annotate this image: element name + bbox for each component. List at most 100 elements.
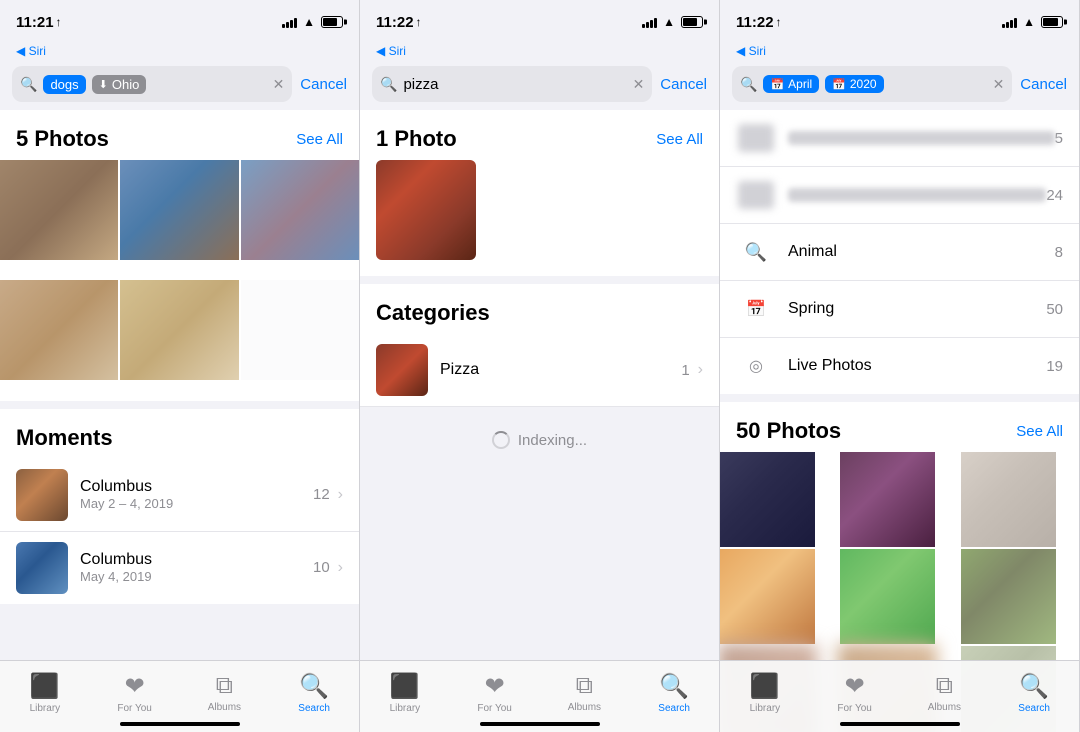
list-item-spring[interactable]: 📅 Spring 50 <box>720 281 1079 338</box>
foryou-icon-3: ❤ <box>845 672 865 701</box>
cancel-btn-2[interactable]: Cancel <box>660 76 707 93</box>
tab-library-2[interactable]: ⬛ Library <box>360 672 450 714</box>
photo-3-3[interactable] <box>720 549 815 644</box>
photos-section-2: 1 Photo See All <box>360 110 719 276</box>
list-item-blurred-1[interactable]: 24 <box>720 167 1079 224</box>
tab-albums-3[interactable]: ⧉ Albums <box>900 672 990 713</box>
categories-section: Categories Pizza 1 › <box>360 284 719 407</box>
search-clear-icon-2[interactable]: ✕ <box>633 76 645 93</box>
tag-april[interactable]: 📅 April <box>763 75 819 93</box>
search-input-wrap-1[interactable]: 🔍 dogs ⬇ Ohio ✕ <box>12 66 292 102</box>
moment-chevron-0: › <box>338 486 343 504</box>
see-all-btn-1[interactable]: See All <box>296 131 343 148</box>
panel-2: 11:22 ↑ ▲ ◀ Siri 🔍 pizza ✕ Cancel <box>360 0 720 732</box>
photo-3-2[interactable] <box>961 452 1056 547</box>
tab-label-library-3: Library <box>750 703 781 714</box>
tab-label-foryou-1: For You <box>117 703 151 714</box>
tab-search-3[interactable]: 🔍 Search <box>989 672 1079 714</box>
moment-thumb-0 <box>16 469 68 521</box>
photo-cell-2[interactable] <box>120 160 238 278</box>
cancel-btn-1[interactable]: Cancel <box>300 76 347 93</box>
home-indicator-1 <box>120 722 240 726</box>
location-arrow-icon: ↑ <box>56 15 62 29</box>
tab-albums-2[interactable]: ⧉ Albums <box>540 672 630 713</box>
search-bar-3: 🔍 📅 April 📅 2020 ✕ Cancel <box>720 62 1079 110</box>
photo-grid-1 <box>0 160 359 401</box>
list-item-blurred-0[interactable]: 5 <box>720 110 1079 167</box>
tab-search-2[interactable]: 🔍 Search <box>629 672 719 714</box>
cal-chip-icon-april: 📅 <box>770 78 784 91</box>
search-clear-icon-3[interactable]: ✕ <box>993 76 1005 93</box>
tab-foryou-1[interactable]: ❤ For You <box>90 672 180 714</box>
moment-right-0: 12 › <box>313 486 343 504</box>
photo-cell-4[interactable] <box>0 280 118 398</box>
tab-label-search-2: Search <box>658 703 690 714</box>
photo-cell-3[interactable] <box>241 160 359 278</box>
photo-cell-5[interactable] <box>120 280 238 398</box>
photo-cell-6[interactable] <box>241 280 359 398</box>
search-glass-icon-1: 🔍 <box>20 76 37 93</box>
search-input-wrap-3[interactable]: 🔍 📅 April 📅 2020 ✕ <box>732 66 1012 102</box>
categories-title: Categories <box>360 284 719 334</box>
tag-ohio[interactable]: ⬇ Ohio <box>92 75 147 94</box>
list-thumb-0 <box>736 122 776 154</box>
wifi-icon-3: ▲ <box>1023 15 1035 29</box>
moment-row-1[interactable]: Columbus May 4, 2019 10 › <box>0 532 359 604</box>
status-time-2: 11:22 ↑ <box>376 14 422 31</box>
library-icon-2: ⬛ <box>390 672 420 701</box>
photos-title-2: 1 Photo <box>376 126 457 152</box>
moment-info-1: Columbus May 4, 2019 <box>80 551 301 584</box>
list-item-livephotos[interactable]: ◎ Live Photos 19 <box>720 338 1079 394</box>
panel-2-content: 1 Photo See All Categories Pizza 1 › <box>360 110 719 732</box>
list-count-animal: 8 <box>1055 244 1063 261</box>
tab-library-1[interactable]: ⬛ Library <box>0 672 90 714</box>
search-bar-1: 🔍 dogs ⬇ Ohio ✕ Cancel <box>0 62 359 110</box>
photo-3-0[interactable] <box>720 452 815 547</box>
photos-header-3: 50 Photos See All <box>720 402 1079 452</box>
search-input-wrap-2[interactable]: 🔍 pizza ✕ <box>372 66 652 102</box>
photo-3-4[interactable] <box>840 549 935 644</box>
cancel-btn-3[interactable]: Cancel <box>1020 76 1067 93</box>
tab-library-3[interactable]: ⬛ Library <box>720 672 810 714</box>
photo-cell-1[interactable] <box>0 160 118 278</box>
location-arrow-icon-3: ↑ <box>776 15 782 29</box>
pizza-photo <box>376 160 476 260</box>
tab-label-albums-2: Albums <box>568 702 601 713</box>
see-all-btn-2[interactable]: See All <box>656 131 703 148</box>
photo-3-5[interactable] <box>961 549 1056 644</box>
category-count-0: 1 <box>681 362 689 379</box>
tab-search-1[interactable]: 🔍 Search <box>269 672 359 714</box>
photo-3-1[interactable] <box>840 452 935 547</box>
status-time-3: 11:22 ↑ <box>736 14 782 31</box>
albums-icon-1: ⧉ <box>216 672 233 700</box>
wifi-icon-2: ▲ <box>663 15 675 29</box>
list-item-animal[interactable]: 🔍 Animal 8 <box>720 224 1079 281</box>
status-bar-1: 11:21 ↑ ▲ <box>0 0 359 44</box>
back-label-3[interactable]: ◀ Siri <box>720 44 1079 62</box>
pizza-photo-wrap[interactable] <box>360 160 719 276</box>
back-label-2[interactable]: ◀ Siri <box>360 44 719 62</box>
tag-dogs[interactable]: dogs <box>43 75 85 94</box>
photos-header-2: 1 Photo See All <box>360 110 719 160</box>
list-count-1: 24 <box>1046 187 1063 204</box>
search-clear-icon-1[interactable]: ✕ <box>273 76 285 93</box>
list-count-0: 5 <box>1055 130 1063 147</box>
list-section-3: 5 24 🔍 Animal 8 📅 <box>720 110 1079 394</box>
battery-icon-1 <box>321 16 343 28</box>
moment-name-0: Columbus <box>80 478 301 496</box>
panel-3-content: 5 24 🔍 Animal 8 📅 <box>720 110 1079 732</box>
category-name-pizza: Pizza <box>440 361 669 379</box>
status-right-1: ▲ <box>282 15 343 29</box>
moment-row-0[interactable]: Columbus May 2 – 4, 2019 12 › <box>0 459 359 532</box>
back-label-1[interactable]: ◀ Siri <box>0 44 359 62</box>
moment-thumb-1 <box>16 542 68 594</box>
tab-foryou-2[interactable]: ❤ For You <box>450 672 540 714</box>
tab-albums-1[interactable]: ⧉ Albums <box>180 672 270 713</box>
photos-title-1: 5 Photos <box>16 126 109 152</box>
search-query-2: pizza <box>403 76 438 93</box>
moment-chevron-1: › <box>338 559 343 577</box>
tag-2020[interactable]: 📅 2020 <box>825 75 883 93</box>
category-row-0[interactable]: Pizza 1 › <box>360 334 719 407</box>
tab-foryou-3[interactable]: ❤ For You <box>810 672 900 714</box>
see-all-btn-3[interactable]: See All <box>1016 423 1063 440</box>
